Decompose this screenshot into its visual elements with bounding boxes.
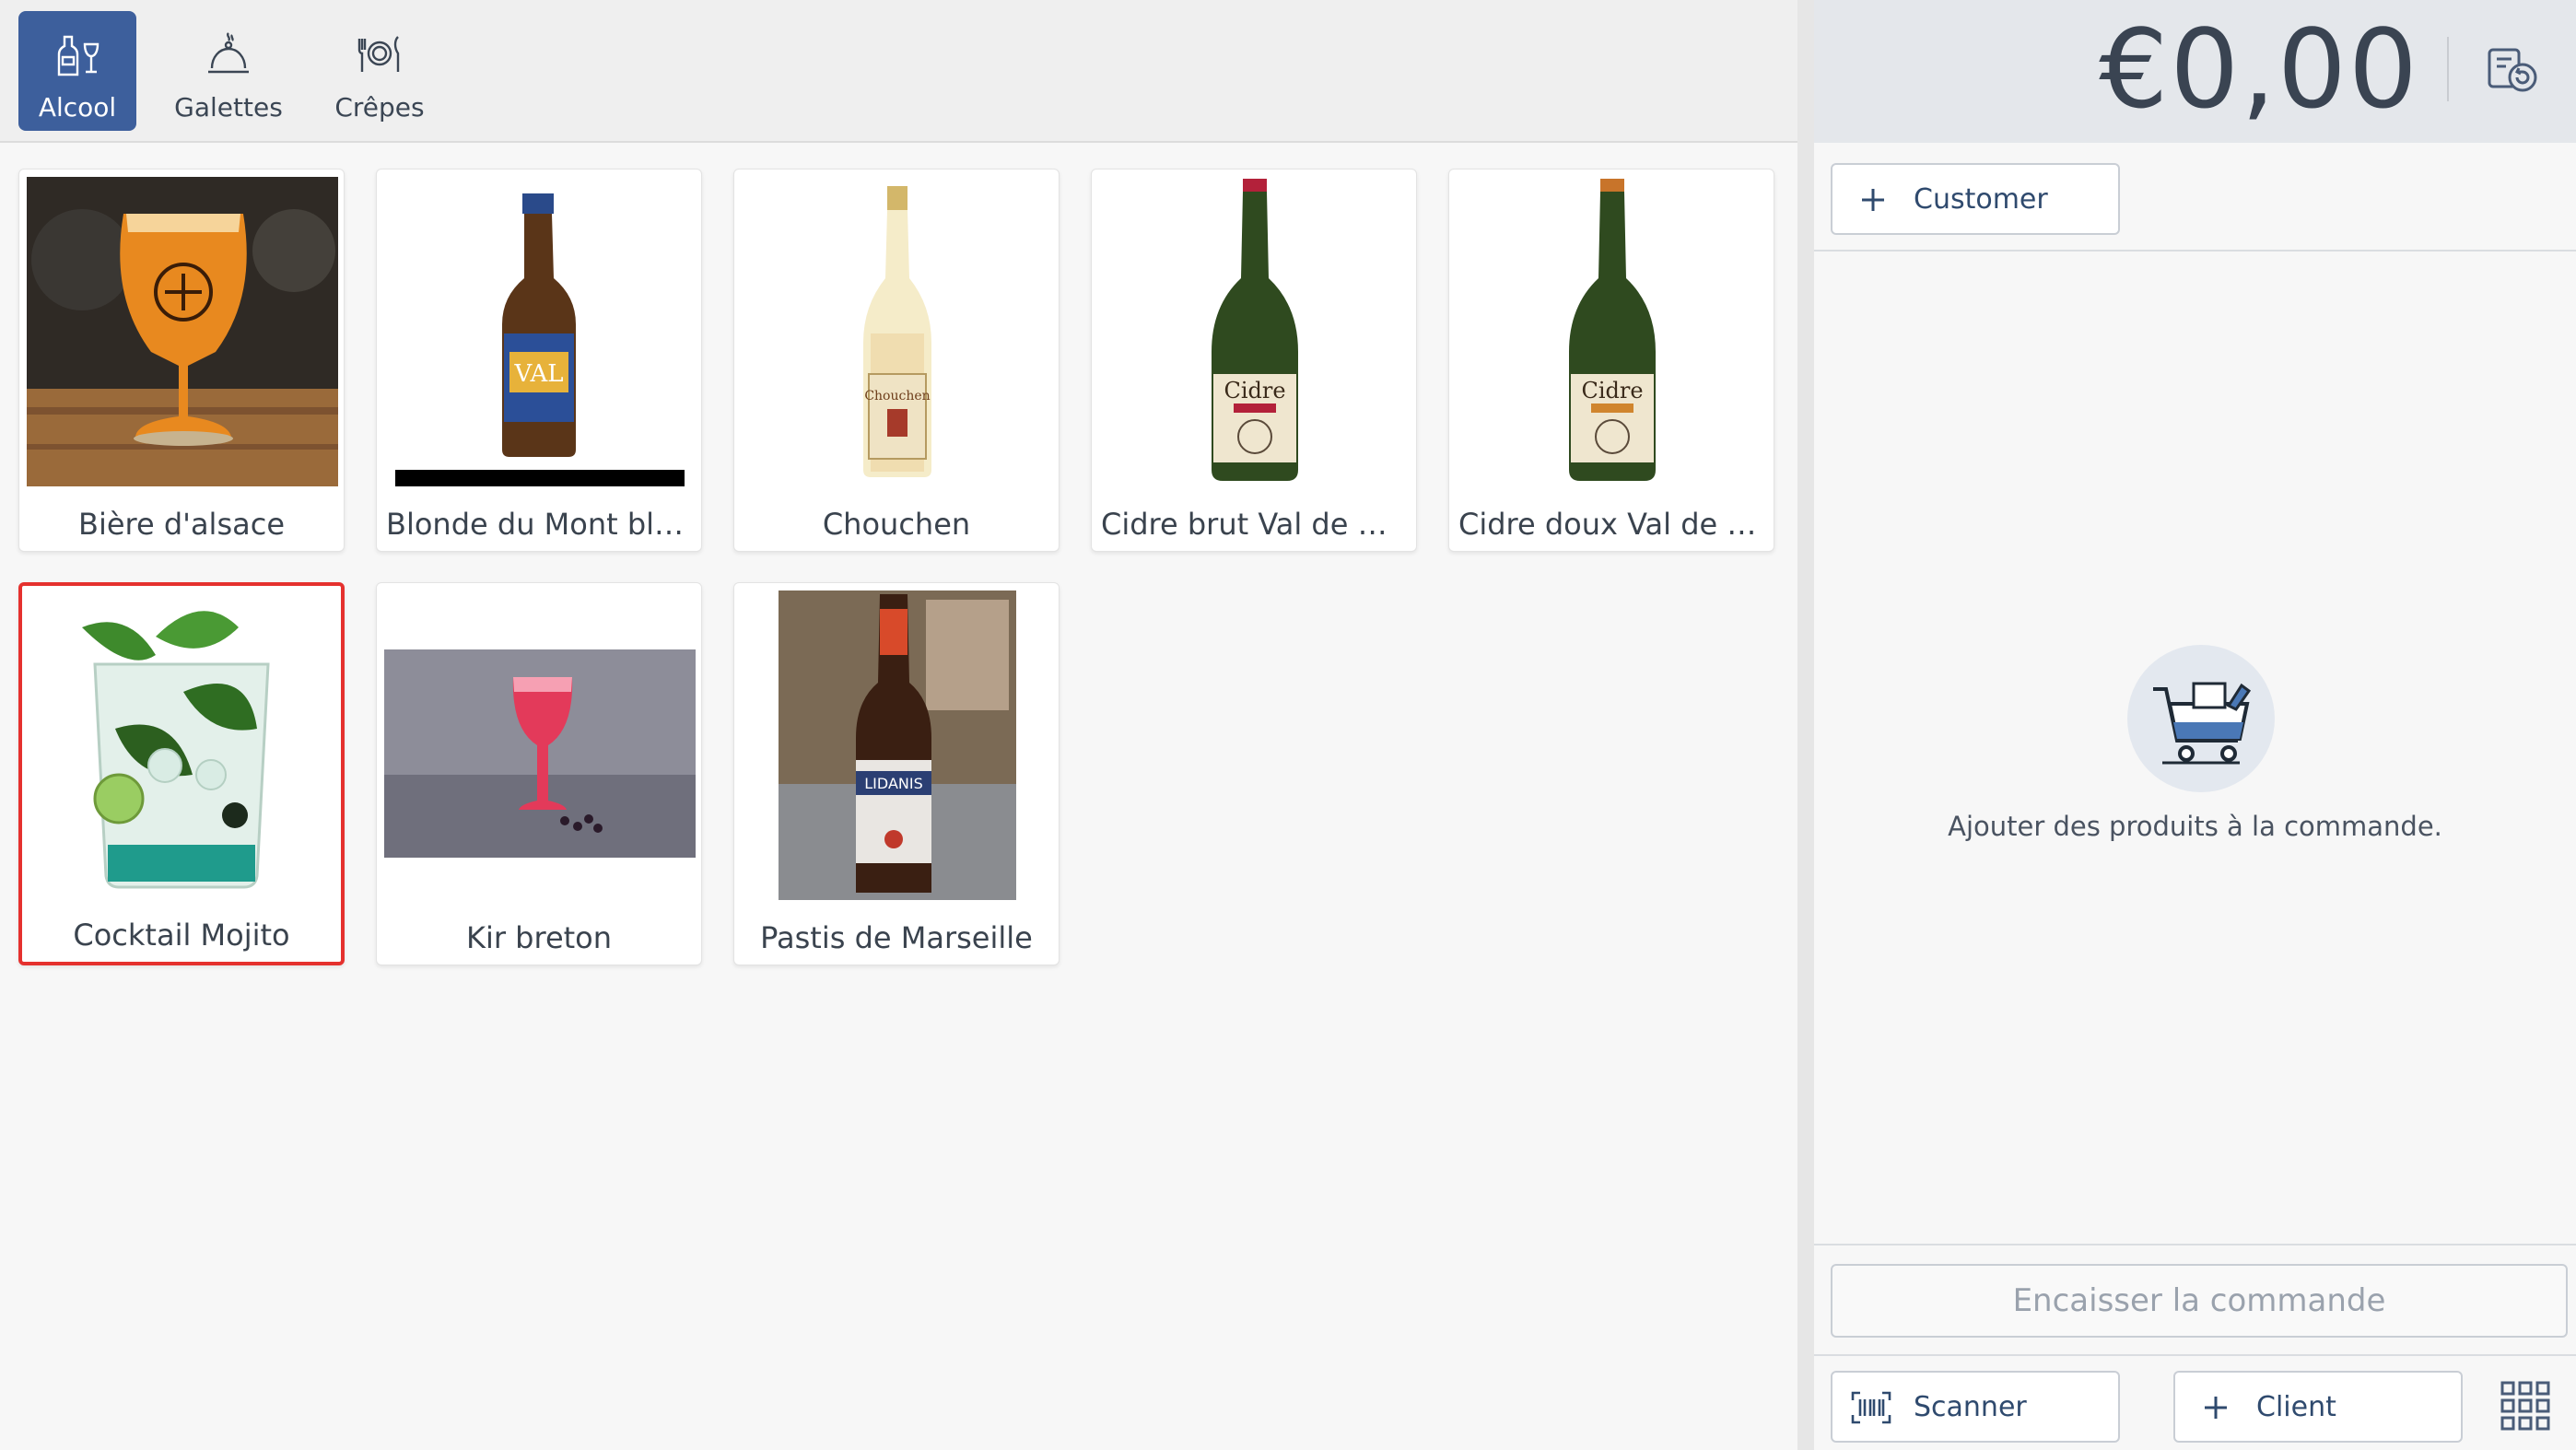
button-label: Customer bbox=[1914, 183, 2048, 216]
category-label: Galettes bbox=[174, 92, 283, 123]
checkout-button[interactable]: Encaisser la commande bbox=[1831, 1264, 2568, 1338]
button-label: Scanner bbox=[1914, 1391, 2027, 1423]
plus-icon bbox=[1862, 189, 1884, 211]
product-card-biere-alsace[interactable]: Bière d'alsace bbox=[18, 169, 345, 552]
product-name: Cidre doux Val de Ran... bbox=[1458, 507, 1764, 542]
product-card-cidre-brut[interactable]: Cidre Cidre brut Val de Ranc... bbox=[1091, 169, 1417, 552]
svg-text:Chouchen: Chouchen bbox=[864, 389, 930, 403]
product-name: Blonde du Mont blanc bbox=[386, 507, 692, 542]
category-tab-crepes[interactable]: Crêpes bbox=[321, 11, 439, 131]
plate-cutlery-icon bbox=[357, 36, 400, 72]
refund-icon[interactable] bbox=[2484, 41, 2543, 99]
product-card-kir-breton[interactable]: Kir breton bbox=[376, 582, 702, 965]
divider bbox=[2447, 37, 2449, 101]
product-name: Cocktail Mojito bbox=[73, 918, 290, 953]
beer-bottle-image: VAL bbox=[384, 177, 696, 486]
svg-text:VAL: VAL bbox=[513, 360, 563, 388]
product-name: Cidre brut Val de Ranc... bbox=[1101, 507, 1407, 542]
product-card-cocktail-mojito[interactable]: Cocktail Mojito bbox=[18, 582, 345, 965]
barcode-icon bbox=[1851, 1391, 1891, 1424]
cider-brut-bottle-image: Cidre bbox=[1099, 177, 1411, 486]
cloche-icon bbox=[208, 32, 249, 74]
plus-icon bbox=[2205, 1397, 2227, 1419]
chouchen-bottle-image: Chouchen bbox=[742, 177, 1053, 486]
category-label: Crêpes bbox=[334, 92, 425, 123]
order-total-bar: €0,00 bbox=[1814, 0, 2576, 143]
svg-text:LIDANIS: LIDANIS bbox=[864, 775, 922, 792]
checkout-row: Encaisser la commande bbox=[1814, 1244, 2576, 1354]
mojito-glass-image bbox=[27, 591, 338, 900]
order-total: €0,00 bbox=[2099, 6, 2419, 133]
shopping-cart-icon bbox=[2127, 645, 2275, 792]
product-card-pastis-marseille[interactable]: LIDANIS Pastis de Marseille bbox=[733, 582, 1060, 965]
product-card-blonde-mont-blanc[interactable]: VAL Blonde du Mont blanc bbox=[376, 169, 702, 552]
product-card-cidre-doux[interactable]: Cidre Cidre doux Val de Ran... bbox=[1448, 169, 1774, 552]
svg-text:Cidre: Cidre bbox=[1581, 378, 1643, 403]
product-card-chouchen[interactable]: Chouchen Chouchen bbox=[733, 169, 1060, 552]
empty-cart-area: Ajouter des produits à la commande. bbox=[1814, 253, 2576, 1244]
bottom-toolbar: Scanner Client bbox=[1814, 1354, 2576, 1450]
order-pane: €0,00 Customer Ajouter des produits à la… bbox=[1814, 0, 2576, 1450]
category-bar: Alcool Galettes Crêpes bbox=[0, 0, 1797, 143]
product-name: Chouchen bbox=[822, 507, 971, 542]
add-client-button[interactable]: Client bbox=[2173, 1371, 2463, 1443]
pane-divider bbox=[1797, 0, 1814, 1450]
product-name: Pastis de Marseille bbox=[760, 920, 1033, 955]
product-name: Bière d'alsace bbox=[77, 507, 285, 542]
beer-glass-image bbox=[27, 177, 338, 486]
product-pane: Alcool Galettes Crêpes Bière d'alsace VA… bbox=[0, 0, 1797, 1450]
empty-cart-message: Ajouter des produits à la commande. bbox=[1948, 811, 2442, 842]
kir-glass-image bbox=[384, 591, 696, 900]
product-name: Kir breton bbox=[465, 920, 613, 955]
pastis-bottle-image: LIDANIS bbox=[742, 591, 1053, 900]
add-customer-button[interactable]: Customer bbox=[1831, 163, 2120, 235]
grid-menu-icon[interactable] bbox=[2500, 1380, 2551, 1432]
button-label: Client bbox=[2256, 1391, 2336, 1423]
category-label: Alcool bbox=[38, 92, 117, 123]
svg-text:Cidre: Cidre bbox=[1224, 378, 1285, 403]
pos-app: Alcool Galettes Crêpes Bière d'alsace VA… bbox=[0, 0, 2576, 1450]
category-tab-alcool[interactable]: Alcool bbox=[18, 11, 136, 131]
category-tab-galettes[interactable]: Galettes bbox=[170, 11, 287, 131]
wine-bottle-glass-icon bbox=[57, 35, 100, 76]
scanner-button[interactable]: Scanner bbox=[1831, 1371, 2120, 1443]
cider-doux-bottle-image: Cidre bbox=[1457, 177, 1768, 486]
customer-row: Customer bbox=[1814, 143, 2576, 251]
